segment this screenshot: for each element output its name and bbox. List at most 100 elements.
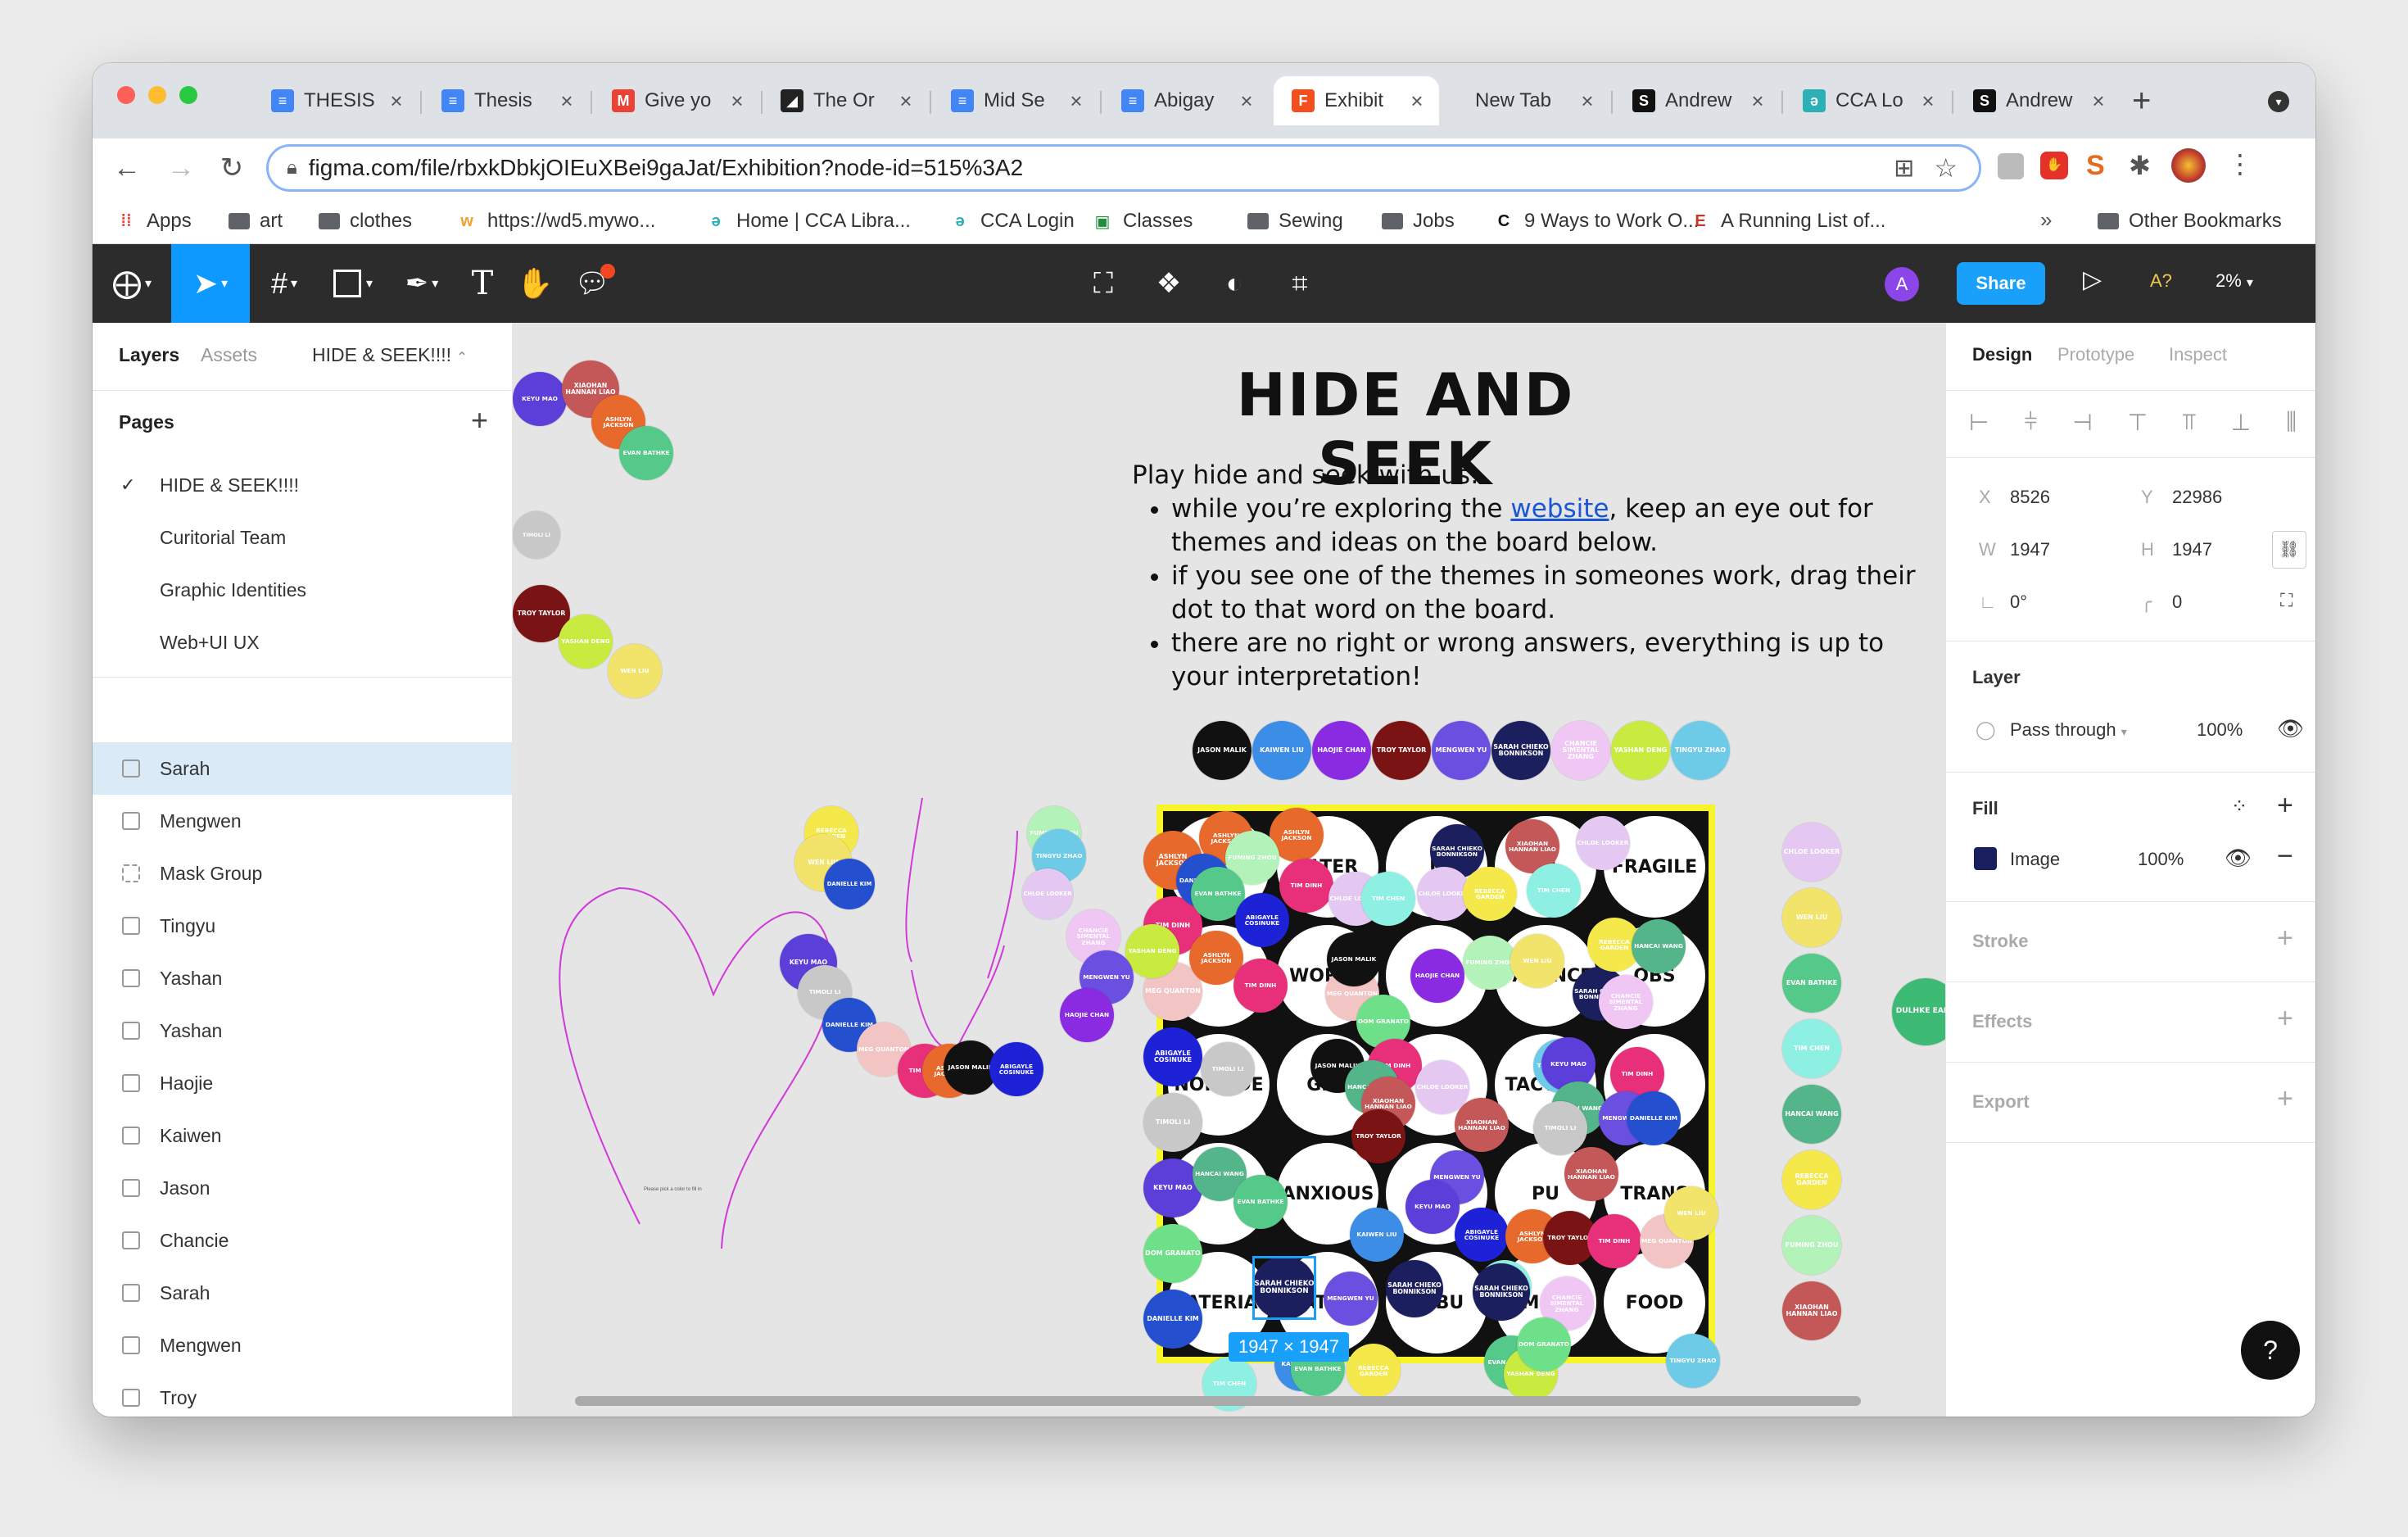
fill-opacity-field[interactable]: 100% bbox=[2138, 849, 2184, 870]
name-dot[interactable]: JASON MALIK bbox=[1193, 721, 1252, 780]
bookmark-star-icon[interactable]: ☆ bbox=[1934, 152, 1958, 184]
name-dot[interactable]: CHANCIE SIMENTAL ZHANG bbox=[1599, 975, 1653, 1029]
text-tool-icon[interactable]: T bbox=[456, 244, 509, 323]
name-dot[interactable]: KEYU MAO bbox=[1405, 1180, 1460, 1234]
browser-tab[interactable]: ≡ Mid Se × bbox=[933, 76, 1098, 125]
extensions-puzzle-icon[interactable]: ✱ bbox=[2129, 150, 2151, 181]
align-right-icon[interactable]: ⊣ bbox=[2072, 409, 2092, 436]
name-dot[interactable]: HAOJIE CHAN bbox=[1060, 988, 1114, 1042]
align-center-h-icon[interactable]: ⫩ bbox=[2024, 409, 2037, 436]
close-tab-icon[interactable]: × bbox=[1064, 88, 1089, 114]
page-item[interactable]: Curitorial Team bbox=[93, 511, 512, 564]
h-field[interactable]: 1947 bbox=[2172, 539, 2212, 560]
add-fill-icon[interactable]: + bbox=[2277, 790, 2293, 822]
name-dot[interactable]: XIAOHAN HANNAN LIAO bbox=[1782, 1281, 1841, 1340]
name-dot[interactable]: WEN LIU bbox=[1782, 888, 1841, 947]
name-dot[interactable]: TIM CHEN bbox=[1782, 1019, 1841, 1078]
figma-canvas[interactable]: Please pick a color to fill in HIDE AND … bbox=[513, 323, 1945, 1417]
add-export-icon[interactable]: + bbox=[2277, 1083, 2293, 1115]
page-item[interactable]: Web+UI UX bbox=[93, 616, 512, 669]
page-dropdown[interactable]: HIDE & SEEK!!!! ⌃ bbox=[312, 344, 468, 366]
name-dot[interactable]: CHANCIE SIMENTAL ZHANG bbox=[1551, 721, 1610, 780]
name-dot[interactable]: HAOJIE CHAN bbox=[1312, 721, 1371, 780]
name-dot[interactable]: KAIWEN LIU bbox=[1350, 1208, 1404, 1262]
eye-icon[interactable]: 👁︎ bbox=[2225, 846, 2252, 871]
name-dot[interactable]: FUMING ZHOU bbox=[1782, 1216, 1841, 1275]
tab-design[interactable]: Design bbox=[1972, 344, 2032, 365]
name-dot[interactable]: ABIGAYLE COSINUKE bbox=[989, 1042, 1043, 1096]
name-dot[interactable]: TIMOLI LI bbox=[1143, 1093, 1202, 1152]
name-dot[interactable]: WEN LIU bbox=[1510, 934, 1564, 988]
name-dot[interactable]: YASHAN DENG bbox=[1125, 924, 1179, 978]
name-dot[interactable]: EVAN BATHKE bbox=[1233, 1175, 1288, 1229]
name-dot[interactable]: TIM CHEN bbox=[1527, 864, 1581, 918]
align-top-icon[interactable]: ⊤ bbox=[2128, 409, 2148, 436]
name-dot[interactable]: CHLOE LOOKER bbox=[1576, 816, 1630, 870]
style-grid-icon[interactable]: ⁘ bbox=[2231, 795, 2247, 818]
name-dot[interactable]: TIM DINH bbox=[1279, 859, 1333, 913]
align-bottom-icon[interactable]: ⊥ bbox=[2231, 409, 2251, 436]
layer-row[interactable]: Mengwen bbox=[93, 795, 512, 847]
browser-tab[interactable]: F Exhibit × bbox=[1274, 76, 1439, 125]
name-dot[interactable]: KAIWEN LIU bbox=[1252, 721, 1311, 780]
forward-arrow-icon[interactable]: → bbox=[163, 150, 199, 186]
fill-type[interactable]: Image bbox=[2010, 849, 2060, 870]
constrain-proportions-icon[interactable]: ⛓ bbox=[2272, 531, 2306, 569]
blend-mode-dropdown[interactable]: Pass through ▾ bbox=[2010, 719, 2127, 741]
other-bookmarks[interactable]: Other Bookmarks bbox=[2098, 207, 2282, 235]
name-dot[interactable]: TROY TAYLOR bbox=[1372, 721, 1431, 780]
rectangle-tool-icon[interactable]: ▾ bbox=[319, 244, 387, 323]
bookmark-item[interactable]: ▣ Classes bbox=[1092, 207, 1193, 235]
s-extension-icon[interactable]: S bbox=[2086, 150, 2105, 182]
create-component-icon[interactable]: ❖ bbox=[1144, 244, 1193, 323]
name-dot[interactable]: WEN LIU bbox=[608, 644, 662, 698]
x-field[interactable]: 8526 bbox=[2010, 487, 2050, 508]
name-dot[interactable]: HANCAI WANG bbox=[1782, 1085, 1841, 1144]
name-dot[interactable]: MENGWEN YU bbox=[1432, 721, 1491, 780]
browser-tab[interactable]: ≡ THESIS × bbox=[253, 76, 419, 125]
rotation-field[interactable]: 0° bbox=[2010, 592, 2027, 613]
layer-row[interactable]: Kaiwen bbox=[93, 1109, 512, 1162]
name-dot[interactable]: KEYU MAO bbox=[513, 372, 567, 426]
bookmark-item[interactable]: w https://wd5.mywo... bbox=[456, 207, 655, 235]
qr-code-icon[interactable]: ⊞ bbox=[1894, 154, 1914, 183]
name-dot[interactable]: TIM DINH bbox=[1587, 1214, 1641, 1268]
page-item[interactable]: Graphic Identities bbox=[93, 564, 512, 616]
name-dot[interactable]: FUMING ZHOU bbox=[1463, 936, 1517, 990]
name-dot[interactable]: ABIGAYLE COSINUKE bbox=[1235, 893, 1289, 947]
name-dot[interactable]: REBECCA GARDEN bbox=[1347, 1344, 1401, 1398]
w-field[interactable]: 1947 bbox=[2010, 539, 2050, 560]
tab-assets[interactable]: Assets bbox=[201, 344, 257, 366]
name-dot[interactable]: XIAOHAN HANNAN LIAO bbox=[1455, 1098, 1509, 1152]
layer-row[interactable]: Sarah bbox=[93, 742, 512, 795]
name-dot[interactable]: TIMOLI LI bbox=[1201, 1042, 1255, 1096]
close-tab-icon[interactable]: × bbox=[725, 88, 749, 114]
layer-row[interactable]: Tingyu bbox=[93, 900, 512, 952]
name-dot[interactable]: REBECCA GARDEN bbox=[1463, 867, 1517, 921]
tab-search-icon[interactable]: ▾ bbox=[2268, 91, 2289, 112]
distribute-icon[interactable]: ⫼ bbox=[2286, 409, 2297, 436]
add-stroke-icon[interactable]: + bbox=[2277, 923, 2293, 954]
name-dot[interactable]: TIM DINH bbox=[1233, 959, 1288, 1013]
remove-fill-icon[interactable]: − bbox=[2277, 841, 2293, 873]
name-dot[interactable]: DANIELLE KIM bbox=[1627, 1091, 1681, 1145]
horizontal-scrollbar[interactable] bbox=[575, 1396, 1861, 1406]
name-dot[interactable]: TIMOLI LI bbox=[513, 511, 560, 559]
minimize-window-button[interactable] bbox=[148, 86, 166, 104]
name-dot[interactable]: JASON MALIK bbox=[1327, 932, 1381, 986]
name-dot[interactable]: TINGYU ZHAO bbox=[1666, 1334, 1720, 1388]
name-dot[interactable]: DOM GRANATO bbox=[1143, 1224, 1202, 1283]
extension-icon[interactable] bbox=[1998, 153, 2024, 179]
layer-row[interactable]: Jason bbox=[93, 1162, 512, 1214]
close-tab-icon[interactable]: × bbox=[2086, 88, 2111, 114]
name-dot[interactable]: ABIGAYLE COSINUKE bbox=[1143, 1027, 1202, 1086]
name-dot[interactable]: XIAOHAN HANNAN LIAO bbox=[1564, 1147, 1618, 1201]
name-dot[interactable]: SARAH CHIEKO BONNIKSON bbox=[1473, 1263, 1530, 1321]
share-button[interactable]: Share bbox=[1957, 262, 2045, 305]
zoom-dropdown[interactable]: 2% ▾ bbox=[2216, 270, 2253, 292]
browser-tab[interactable]: ◢ The Or × bbox=[763, 76, 928, 125]
layer-row[interactable]: Mengwen bbox=[93, 1319, 512, 1372]
name-dot[interactable]: HANCAI WANG bbox=[1632, 919, 1686, 973]
name-dot[interactable]: EVAN BATHKE bbox=[619, 426, 673, 480]
close-tab-icon[interactable]: × bbox=[384, 88, 409, 114]
